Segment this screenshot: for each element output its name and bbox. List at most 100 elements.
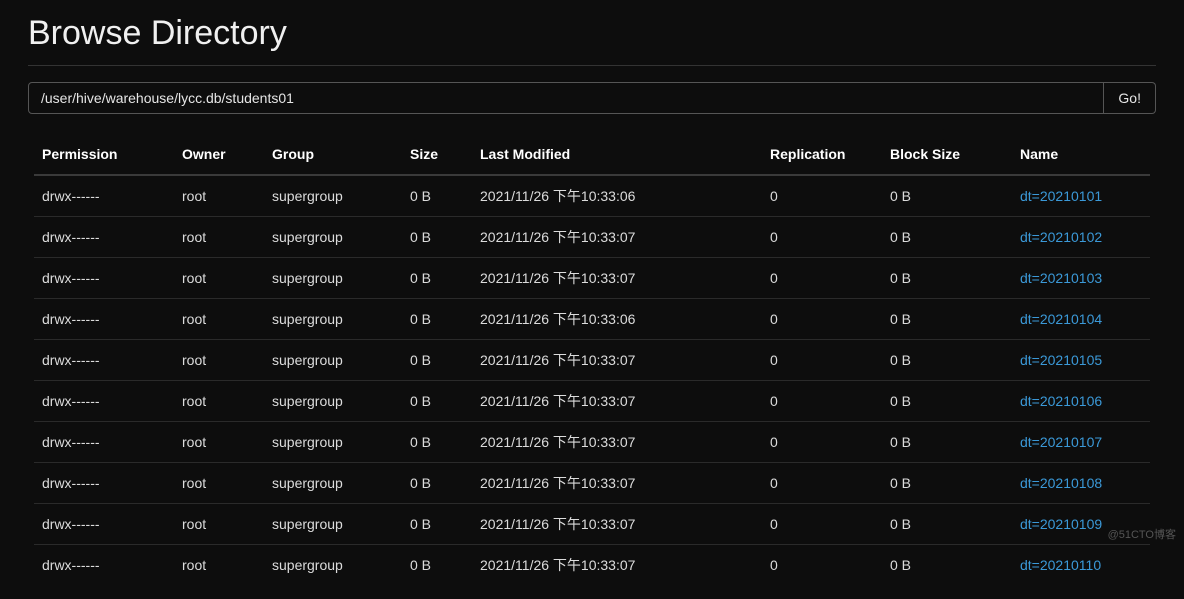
directory-link[interactable]: dt=20210102 <box>1020 229 1102 245</box>
directory-link[interactable]: dt=20210104 <box>1020 311 1102 327</box>
cell-owner: root <box>174 175 264 217</box>
cell-name: dt=20210101 <box>1012 175 1150 217</box>
table-row: drwx------rootsupergroup0 B2021/11/26 下午… <box>34 175 1150 217</box>
cell-last-modified: 2021/11/26 下午10:33:07 <box>472 381 762 422</box>
table-row: drwx------rootsupergroup0 B2021/11/26 下午… <box>34 504 1150 545</box>
cell-permission: drwx------ <box>34 217 174 258</box>
cell-replication: 0 <box>762 175 882 217</box>
cell-group: supergroup <box>264 175 402 217</box>
cell-owner: root <box>174 504 264 545</box>
cell-owner: root <box>174 545 264 586</box>
cell-size: 0 B <box>402 422 472 463</box>
cell-name: dt=20210108 <box>1012 463 1150 504</box>
cell-block-size: 0 B <box>882 258 1012 299</box>
cell-last-modified: 2021/11/26 下午10:33:07 <box>472 258 762 299</box>
cell-permission: drwx------ <box>34 381 174 422</box>
cell-name: dt=20210104 <box>1012 299 1150 340</box>
cell-owner: root <box>174 258 264 299</box>
cell-last-modified: 2021/11/26 下午10:33:07 <box>472 422 762 463</box>
directory-link[interactable]: dt=20210105 <box>1020 352 1102 368</box>
cell-last-modified: 2021/11/26 下午10:33:07 <box>472 545 762 586</box>
cell-replication: 0 <box>762 504 882 545</box>
header-replication[interactable]: Replication <box>762 136 882 175</box>
cell-group: supergroup <box>264 217 402 258</box>
cell-owner: root <box>174 217 264 258</box>
directory-link[interactable]: dt=20210108 <box>1020 475 1102 491</box>
cell-replication: 0 <box>762 463 882 504</box>
file-table: Permission Owner Group Size Last Modifie… <box>34 136 1150 585</box>
cell-size: 0 B <box>402 175 472 217</box>
header-name[interactable]: Name <box>1012 136 1150 175</box>
cell-permission: drwx------ <box>34 340 174 381</box>
cell-permission: drwx------ <box>34 299 174 340</box>
cell-size: 0 B <box>402 381 472 422</box>
cell-block-size: 0 B <box>882 175 1012 217</box>
header-permission[interactable]: Permission <box>34 136 174 175</box>
directory-link[interactable]: dt=20210109 <box>1020 516 1102 532</box>
cell-name: dt=20210107 <box>1012 422 1150 463</box>
cell-replication: 0 <box>762 422 882 463</box>
path-form: Go! <box>28 82 1156 114</box>
header-last-modified[interactable]: Last Modified <box>472 136 762 175</box>
go-button[interactable]: Go! <box>1104 82 1156 114</box>
cell-replication: 0 <box>762 217 882 258</box>
table-row: drwx------rootsupergroup0 B2021/11/26 下午… <box>34 217 1150 258</box>
cell-name: dt=20210105 <box>1012 340 1150 381</box>
cell-group: supergroup <box>264 299 402 340</box>
cell-group: supergroup <box>264 340 402 381</box>
watermark: @51CTO博客 <box>1108 526 1176 542</box>
cell-block-size: 0 B <box>882 381 1012 422</box>
cell-owner: root <box>174 340 264 381</box>
cell-owner: root <box>174 299 264 340</box>
cell-permission: drwx------ <box>34 545 174 586</box>
cell-group: supergroup <box>264 422 402 463</box>
table-row: drwx------rootsupergroup0 B2021/11/26 下午… <box>34 422 1150 463</box>
table-row: drwx------rootsupergroup0 B2021/11/26 下午… <box>34 545 1150 586</box>
table-header-row: Permission Owner Group Size Last Modifie… <box>34 136 1150 175</box>
cell-size: 0 B <box>402 463 472 504</box>
cell-permission: drwx------ <box>34 175 174 217</box>
cell-last-modified: 2021/11/26 下午10:33:07 <box>472 504 762 545</box>
table-row: drwx------rootsupergroup0 B2021/11/26 下午… <box>34 299 1150 340</box>
directory-link[interactable]: dt=20210106 <box>1020 393 1102 409</box>
table-row: drwx------rootsupergroup 0 B 2021/11/26 下午… <box>34 340 1150 381</box>
cell-last-modified: 2021/11/26 下午10:33:06 <box>472 299 762 340</box>
cell-name: dt=20210110 <box>1012 545 1150 586</box>
cell-size: 0 B <box>402 504 472 545</box>
cell-owner: root <box>174 381 264 422</box>
cell-name: dt=20210106 <box>1012 381 1150 422</box>
cell-owner: root <box>174 422 264 463</box>
directory-link[interactable]: dt=20210101 <box>1020 188 1102 204</box>
header-group[interactable]: Group <box>264 136 402 175</box>
cell-size: 0 B <box>402 545 472 586</box>
cell-block-size: 0 B <box>882 504 1012 545</box>
directory-link[interactable]: dt=20210103 <box>1020 270 1102 286</box>
cell-name: dt=20210102 <box>1012 217 1150 258</box>
cell-group: supergroup <box>264 545 402 586</box>
cell-block-size: 0 B <box>882 463 1012 504</box>
header-size[interactable]: Size <box>402 136 472 175</box>
cell-block-size: 0 B <box>882 340 1012 381</box>
cell-last-modified: 2021/11/26 下午10:33:07 <box>472 463 762 504</box>
cell-last-modified: 2021/11/26 下午10:33:06 <box>472 175 762 217</box>
table-row: drwx------rootsupergroup0 B2021/11/26 下午… <box>34 258 1150 299</box>
cell-name: dt=20210103 <box>1012 258 1150 299</box>
directory-link[interactable]: dt=20210107 <box>1020 434 1102 450</box>
cell-permission: drwx------ <box>34 504 174 545</box>
cell-replication: 0 <box>762 545 882 586</box>
cell-permission: drwx------ <box>34 463 174 504</box>
header-owner[interactable]: Owner <box>174 136 264 175</box>
cell-replication: 0 <box>762 299 882 340</box>
cell-size: 0 B <box>402 258 472 299</box>
header-block-size[interactable]: Block Size <box>882 136 1012 175</box>
directory-link[interactable]: dt=20210110 <box>1020 557 1101 573</box>
cell-group: supergroup <box>264 504 402 545</box>
cell-replication: 0 <box>762 381 882 422</box>
path-input[interactable] <box>28 82 1104 114</box>
cell-block-size: 0 B <box>882 217 1012 258</box>
cell-group: supergroup <box>264 463 402 504</box>
cell-permission: drwx------ <box>34 258 174 299</box>
cell-block-size: 0 B <box>882 545 1012 586</box>
cell-block-size: 0 B <box>882 422 1012 463</box>
cell-last-modified: 2021/11/26 下午10:33:07 <box>472 340 762 381</box>
